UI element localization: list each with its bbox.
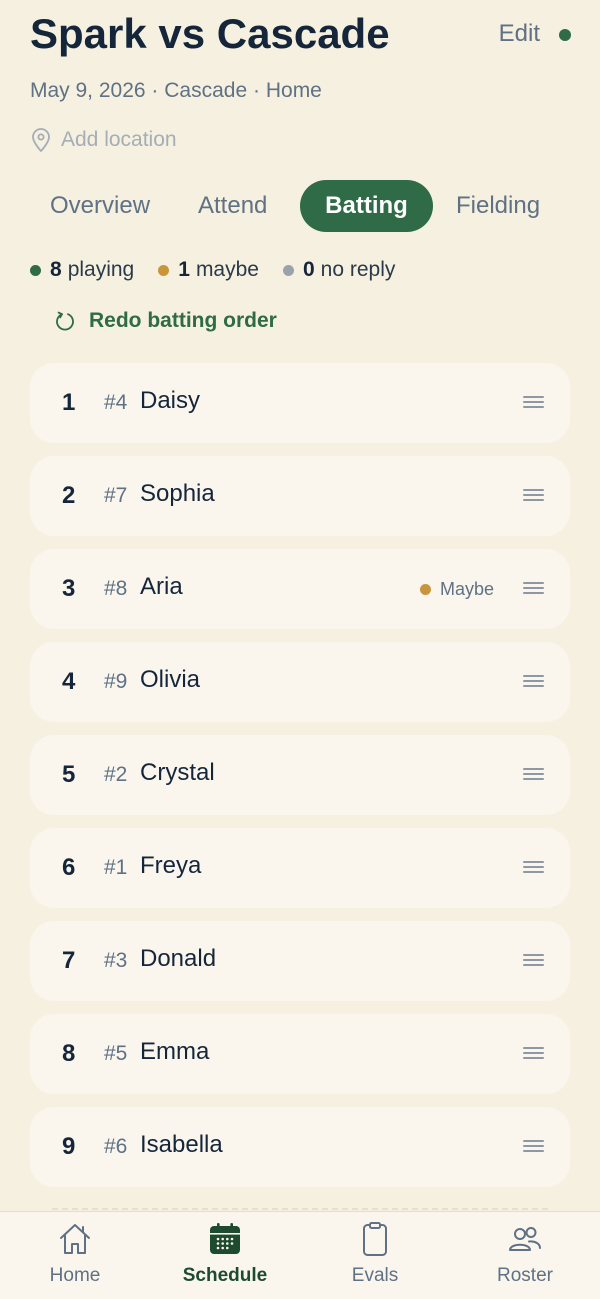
- redo-batting-order-button[interactable]: Redo batting order: [54, 306, 277, 336]
- page-title: Spark vs Cascade: [30, 10, 390, 57]
- refresh-icon: [56, 311, 74, 331]
- jersey-number: #4: [104, 391, 128, 414]
- batting-row[interactable]: 4 #9 Olivia: [30, 642, 570, 722]
- stat-no-reply: 0 no reply: [282, 258, 395, 282]
- player-name: Aria: [140, 573, 183, 600]
- batting-position: 7: [62, 947, 76, 974]
- batting-position: 3: [62, 575, 76, 602]
- nav-roster[interactable]: Roster: [450, 1212, 600, 1299]
- clipboard-icon: [363, 1222, 387, 1256]
- status-dot: [559, 29, 571, 41]
- batting-position: 5: [62, 761, 76, 788]
- list-divider: [52, 1208, 548, 1210]
- batting-position: 2: [62, 482, 76, 509]
- player-name: Sophia: [140, 480, 215, 507]
- player-name: Olivia: [140, 666, 201, 693]
- tab-fielding[interactable]: Fielding: [456, 180, 540, 232]
- game-venue: Home: [265, 79, 322, 102]
- header: Spark vs Cascade Edit: [30, 10, 572, 60]
- calendar-icon: [210, 1223, 240, 1254]
- batting-row[interactable]: 7 #3 Donald: [30, 921, 570, 1001]
- nav-roster-label: Roster: [497, 1265, 553, 1286]
- batting-row[interactable]: 1 #4 Daisy: [30, 363, 570, 443]
- bottom-navigation: Home Schedule Evals Roster: [0, 1211, 600, 1299]
- maybe-label: Maybe: [439, 578, 494, 599]
- attendance-summary: 8 playing 1 maybe 0 no reply: [30, 256, 419, 284]
- player-name: Isabella: [140, 1131, 223, 1158]
- batting-row[interactable]: 8 #5 Emma: [30, 1014, 570, 1094]
- batting-position: 8: [62, 1040, 76, 1067]
- player-name: Daisy: [140, 387, 201, 414]
- nav-schedule[interactable]: Schedule: [150, 1212, 300, 1299]
- tab-bar: Overview Attend Batting Fielding: [30, 180, 600, 232]
- home-icon: [60, 1224, 90, 1254]
- redo-label: Redo batting order: [89, 309, 277, 332]
- stat-playing: 8 playing: [30, 258, 134, 282]
- batting-position: 6: [62, 854, 76, 881]
- batting-position: 1: [62, 389, 76, 416]
- drag-handle-icon[interactable]: [523, 1140, 544, 1154]
- drag-handle-icon[interactable]: [523, 396, 544, 410]
- nav-evals[interactable]: Evals: [300, 1212, 450, 1299]
- batting-position: 9: [62, 1133, 76, 1160]
- jersey-number: #2: [104, 763, 128, 786]
- jersey-number: #6: [104, 1135, 128, 1158]
- no-reply-dot: [282, 264, 294, 276]
- drag-handle-icon[interactable]: [523, 861, 544, 875]
- tab-attend[interactable]: Attend: [198, 180, 267, 232]
- add-location-label: Add location: [61, 128, 177, 151]
- drag-handle-icon[interactable]: [523, 489, 544, 503]
- batting-row[interactable]: 3 #8 Aria Maybe: [30, 549, 570, 629]
- drag-handle-icon[interactable]: [523, 1047, 544, 1061]
- drag-handle-icon[interactable]: [523, 675, 544, 689]
- playing-dot: [30, 264, 41, 276]
- batting-row[interactable]: 6 #1 Freya: [30, 828, 570, 908]
- users-icon: [509, 1227, 541, 1251]
- tab-overview[interactable]: Overview: [50, 180, 150, 232]
- batting-position: 4: [62, 668, 76, 695]
- drag-handle-icon[interactable]: [523, 582, 544, 596]
- tab-batting[interactable]: Batting: [300, 180, 433, 232]
- maybe-dot: [158, 264, 170, 276]
- batting-order-list: 1 #4 Daisy 2 #7 Sophia 3 #8 Aria Maybe 4…: [30, 363, 570, 1200]
- maybe-dot: [419, 583, 431, 595]
- nav-home-label: Home: [49, 1265, 101, 1286]
- add-location-button[interactable]: Add location: [30, 125, 177, 155]
- jersey-number: #9: [104, 670, 128, 693]
- game-date: May 9, 2026: [30, 79, 146, 102]
- jersey-number: #1: [104, 856, 128, 879]
- edit-button[interactable]: Edit: [499, 20, 540, 48]
- game-detail-screen: Spark vs Cascade Edit May 9, 2026 · Casc…: [0, 0, 600, 1299]
- batting-row[interactable]: 2 #7 Sophia: [30, 456, 570, 536]
- game-subtitle: May 9, 2026 · Cascade · Home: [30, 79, 322, 102]
- batting-row[interactable]: 5 #2 Crystal: [30, 735, 570, 815]
- stat-maybe: 1 maybe: [158, 258, 259, 282]
- maybe-status-badge: Maybe: [419, 549, 494, 629]
- batting-row[interactable]: 9 #6 Isabella: [30, 1107, 570, 1187]
- drag-handle-icon[interactable]: [523, 768, 544, 782]
- nav-schedule-label: Schedule: [182, 1265, 268, 1286]
- player-name: Freya: [140, 852, 202, 879]
- map-pin-icon: [32, 128, 50, 152]
- game-opponent: Cascade: [164, 79, 248, 102]
- jersey-number: #7: [104, 484, 128, 507]
- drag-handle-icon[interactable]: [523, 954, 544, 968]
- jersey-number: #5: [104, 1042, 128, 1065]
- player-name: Emma: [140, 1038, 210, 1065]
- jersey-number: #3: [104, 949, 128, 972]
- player-name: Crystal: [140, 759, 215, 786]
- jersey-number: #8: [104, 577, 128, 600]
- nav-home[interactable]: Home: [0, 1212, 150, 1299]
- nav-evals-label: Evals: [351, 1265, 399, 1286]
- player-name: Donald: [140, 945, 217, 972]
